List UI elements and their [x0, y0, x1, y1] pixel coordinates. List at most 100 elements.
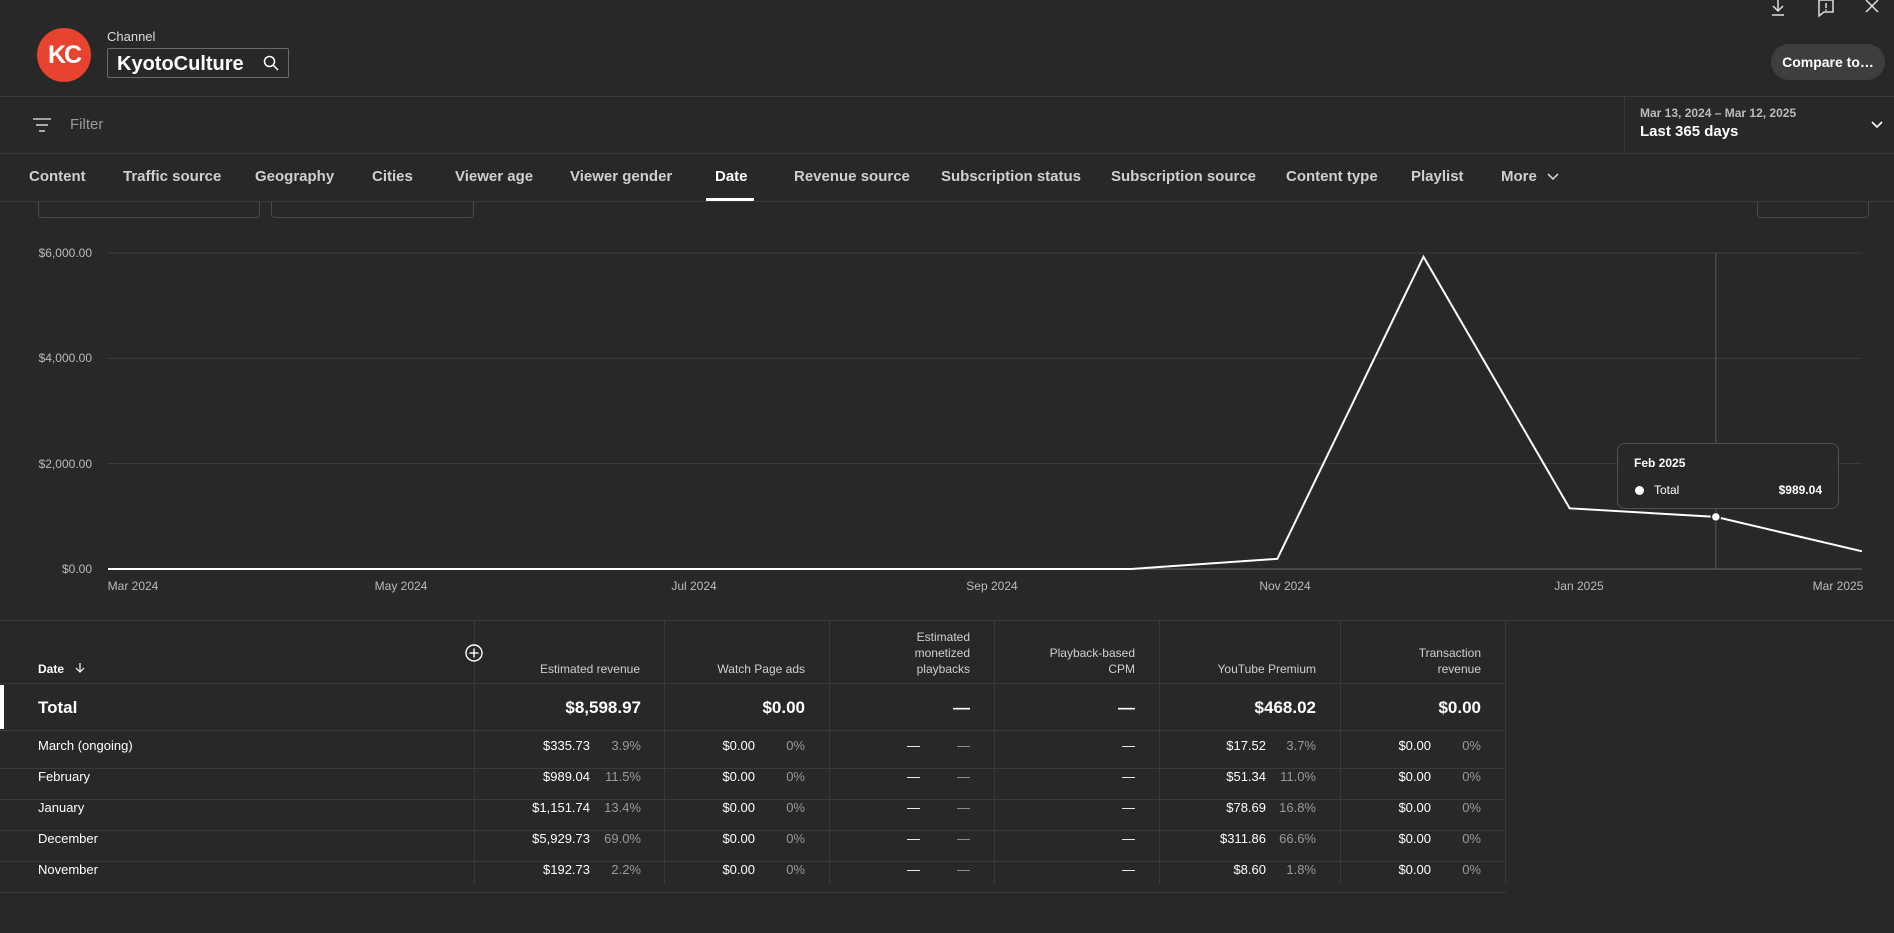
tab-viewer-gender[interactable]: Viewer gender: [570, 168, 672, 185]
cell-ytp-percent: 16.8%: [1279, 800, 1316, 815]
chart-control-dropdown[interactable]: [38, 202, 260, 218]
cell-ytp-percent: 11.0%: [1280, 769, 1316, 784]
cell-rev-percent: 13.4%: [604, 800, 641, 815]
cell-tr-percent: 0%: [1462, 831, 1481, 846]
cell-ytp-percent: 3.7%: [1286, 738, 1316, 753]
column-divider: [994, 620, 995, 884]
cell-tr-percent: 0%: [1462, 738, 1481, 753]
tab-content-type[interactable]: Content type: [1286, 168, 1378, 185]
tab-playlist[interactable]: Playlist: [1411, 168, 1464, 185]
cell-wpa: $0.00: [722, 800, 755, 815]
tab-viewer-age[interactable]: Viewer age: [455, 168, 533, 185]
column-divider: [829, 620, 830, 884]
column-header-youtube-premium[interactable]: YouTube Premium: [1170, 661, 1317, 677]
column-header-transaction-revenue[interactable]: Transaction revenue: [1400, 645, 1481, 677]
cell-wpa: $0.00: [722, 769, 755, 784]
tab-content[interactable]: Content: [29, 168, 86, 185]
search-icon[interactable]: [262, 54, 280, 72]
date-range-text: Mar 13, 2024 – Mar 12, 2025: [1640, 106, 1797, 120]
total-transaction-revenue: $0.00: [1438, 698, 1481, 717]
cell-ytp: $311.86: [1219, 831, 1266, 846]
cell-cpm: —: [1122, 862, 1135, 877]
filter-icon[interactable]: [32, 117, 52, 133]
cell-tr: $0.00: [1398, 831, 1431, 846]
total-playback-cpm: —: [1118, 698, 1135, 717]
feedback-icon[interactable]: [1814, 0, 1838, 18]
filter-input[interactable]: Filter: [70, 116, 103, 133]
total-monetized-playbacks: —: [953, 698, 970, 717]
dimension-tabs: Content Traffic source Geography Cities …: [0, 153, 1894, 202]
cell-cpm: —: [1122, 738, 1135, 753]
tab-geography[interactable]: Geography: [255, 168, 334, 185]
cell-ytp: $51.34: [1226, 769, 1266, 784]
cell-wpa-percent: 0%: [786, 862, 805, 877]
series-marker-icon: [1635, 486, 1644, 495]
date-range-picker[interactable]: Mar 13, 2024 – Mar 12, 2025 Last 365 day…: [1624, 97, 1894, 153]
cell-emp: —: [907, 769, 920, 784]
tab-subscription-source[interactable]: Subscription source: [1111, 168, 1256, 185]
header: KC Channel KyotoCulture Compare to…: [0, 0, 1894, 97]
total-watch-page-ads: $0.00: [762, 698, 805, 717]
cell-tr-percent: 0%: [1462, 800, 1481, 815]
cell-rev-percent: 69.0%: [604, 831, 641, 846]
arrow-down-icon: [75, 663, 85, 673]
channel-selector[interactable]: KyotoCulture: [107, 48, 289, 78]
tab-date[interactable]: Date: [715, 168, 748, 185]
tooltip-value: $989.04: [1778, 483, 1822, 497]
cell-tr: $0.00: [1398, 800, 1431, 815]
tab-revenue-source[interactable]: Revenue source: [794, 168, 910, 185]
column-divider: [1505, 620, 1506, 884]
cell-wpa: $0.00: [722, 831, 755, 846]
data-point-highlight[interactable]: [1710, 511, 1722, 523]
column-header-monetized-playbacks[interactable]: Estimated monetized playbacks: [890, 629, 970, 677]
cell-ytp-percent: 66.6%: [1279, 831, 1316, 846]
cell-ytp: $78.69: [1226, 800, 1266, 815]
tooltip-series-name: Total: [1654, 483, 1680, 497]
column-header-playback-cpm[interactable]: Playback-based CPM: [1030, 645, 1135, 677]
total-youtube-premium: $468.02: [1254, 698, 1316, 717]
tab-more-label: More: [1501, 168, 1537, 185]
channel-label: Channel: [107, 29, 156, 44]
channel-avatar[interactable]: KC: [37, 28, 91, 82]
x-tick-label: May 2024: [374, 579, 428, 593]
cell-emp-percent: —: [957, 800, 970, 815]
cell-cpm: —: [1122, 769, 1135, 784]
chart-tooltip: Feb 2025 Total $989.04: [1617, 443, 1839, 509]
cell-rev: $192.73: [543, 862, 590, 877]
tab-more[interactable]: More: [1501, 168, 1559, 185]
row-date: February: [38, 769, 91, 784]
cell-tr-percent: 0%: [1462, 769, 1481, 784]
compare-button[interactable]: Compare to…: [1771, 44, 1885, 80]
cell-tr: $0.00: [1398, 738, 1431, 753]
cell-tr: $0.00: [1398, 769, 1431, 784]
column-header-estimated-revenue[interactable]: Estimated revenue: [480, 661, 640, 677]
add-column-icon[interactable]: [465, 644, 483, 662]
chevron-down-icon: [1871, 121, 1883, 129]
x-tick-label: Nov 2024: [1259, 579, 1311, 593]
cell-ytp-percent: 1.8%: [1286, 862, 1316, 877]
tab-cities[interactable]: Cities: [372, 168, 413, 185]
date-column-header[interactable]: Date: [38, 661, 85, 677]
cell-emp: —: [907, 831, 920, 846]
cell-rev-percent: 11.5%: [605, 769, 641, 784]
tab-traffic-source[interactable]: Traffic source: [123, 168, 221, 185]
chart-control-button[interactable]: [1757, 202, 1869, 218]
total-row-indicator: [0, 685, 4, 729]
cell-wpa: $0.00: [722, 738, 755, 753]
cell-ytp: $17.52: [1226, 738, 1266, 753]
cell-wpa-percent: 0%: [786, 769, 805, 784]
row-date: January: [38, 800, 85, 815]
tab-subscription-status[interactable]: Subscription status: [941, 168, 1081, 185]
date-header-label: Date: [38, 662, 65, 676]
download-icon[interactable]: [1766, 0, 1790, 18]
chart-control-dropdown[interactable]: [271, 202, 474, 218]
series-line-total[interactable]: [108, 254, 1863, 570]
close-icon[interactable]: [1860, 0, 1884, 18]
cell-cpm: —: [1122, 831, 1135, 846]
x-tick-label: Jul 2024: [671, 579, 717, 593]
filter-bar: Filter: [0, 97, 1894, 154]
channel-name: KyotoCulture: [117, 53, 244, 75]
total-label: Total: [38, 698, 78, 717]
column-header-watch-page-ads[interactable]: Watch Page ads: [670, 661, 805, 677]
column-divider: [1159, 620, 1160, 884]
